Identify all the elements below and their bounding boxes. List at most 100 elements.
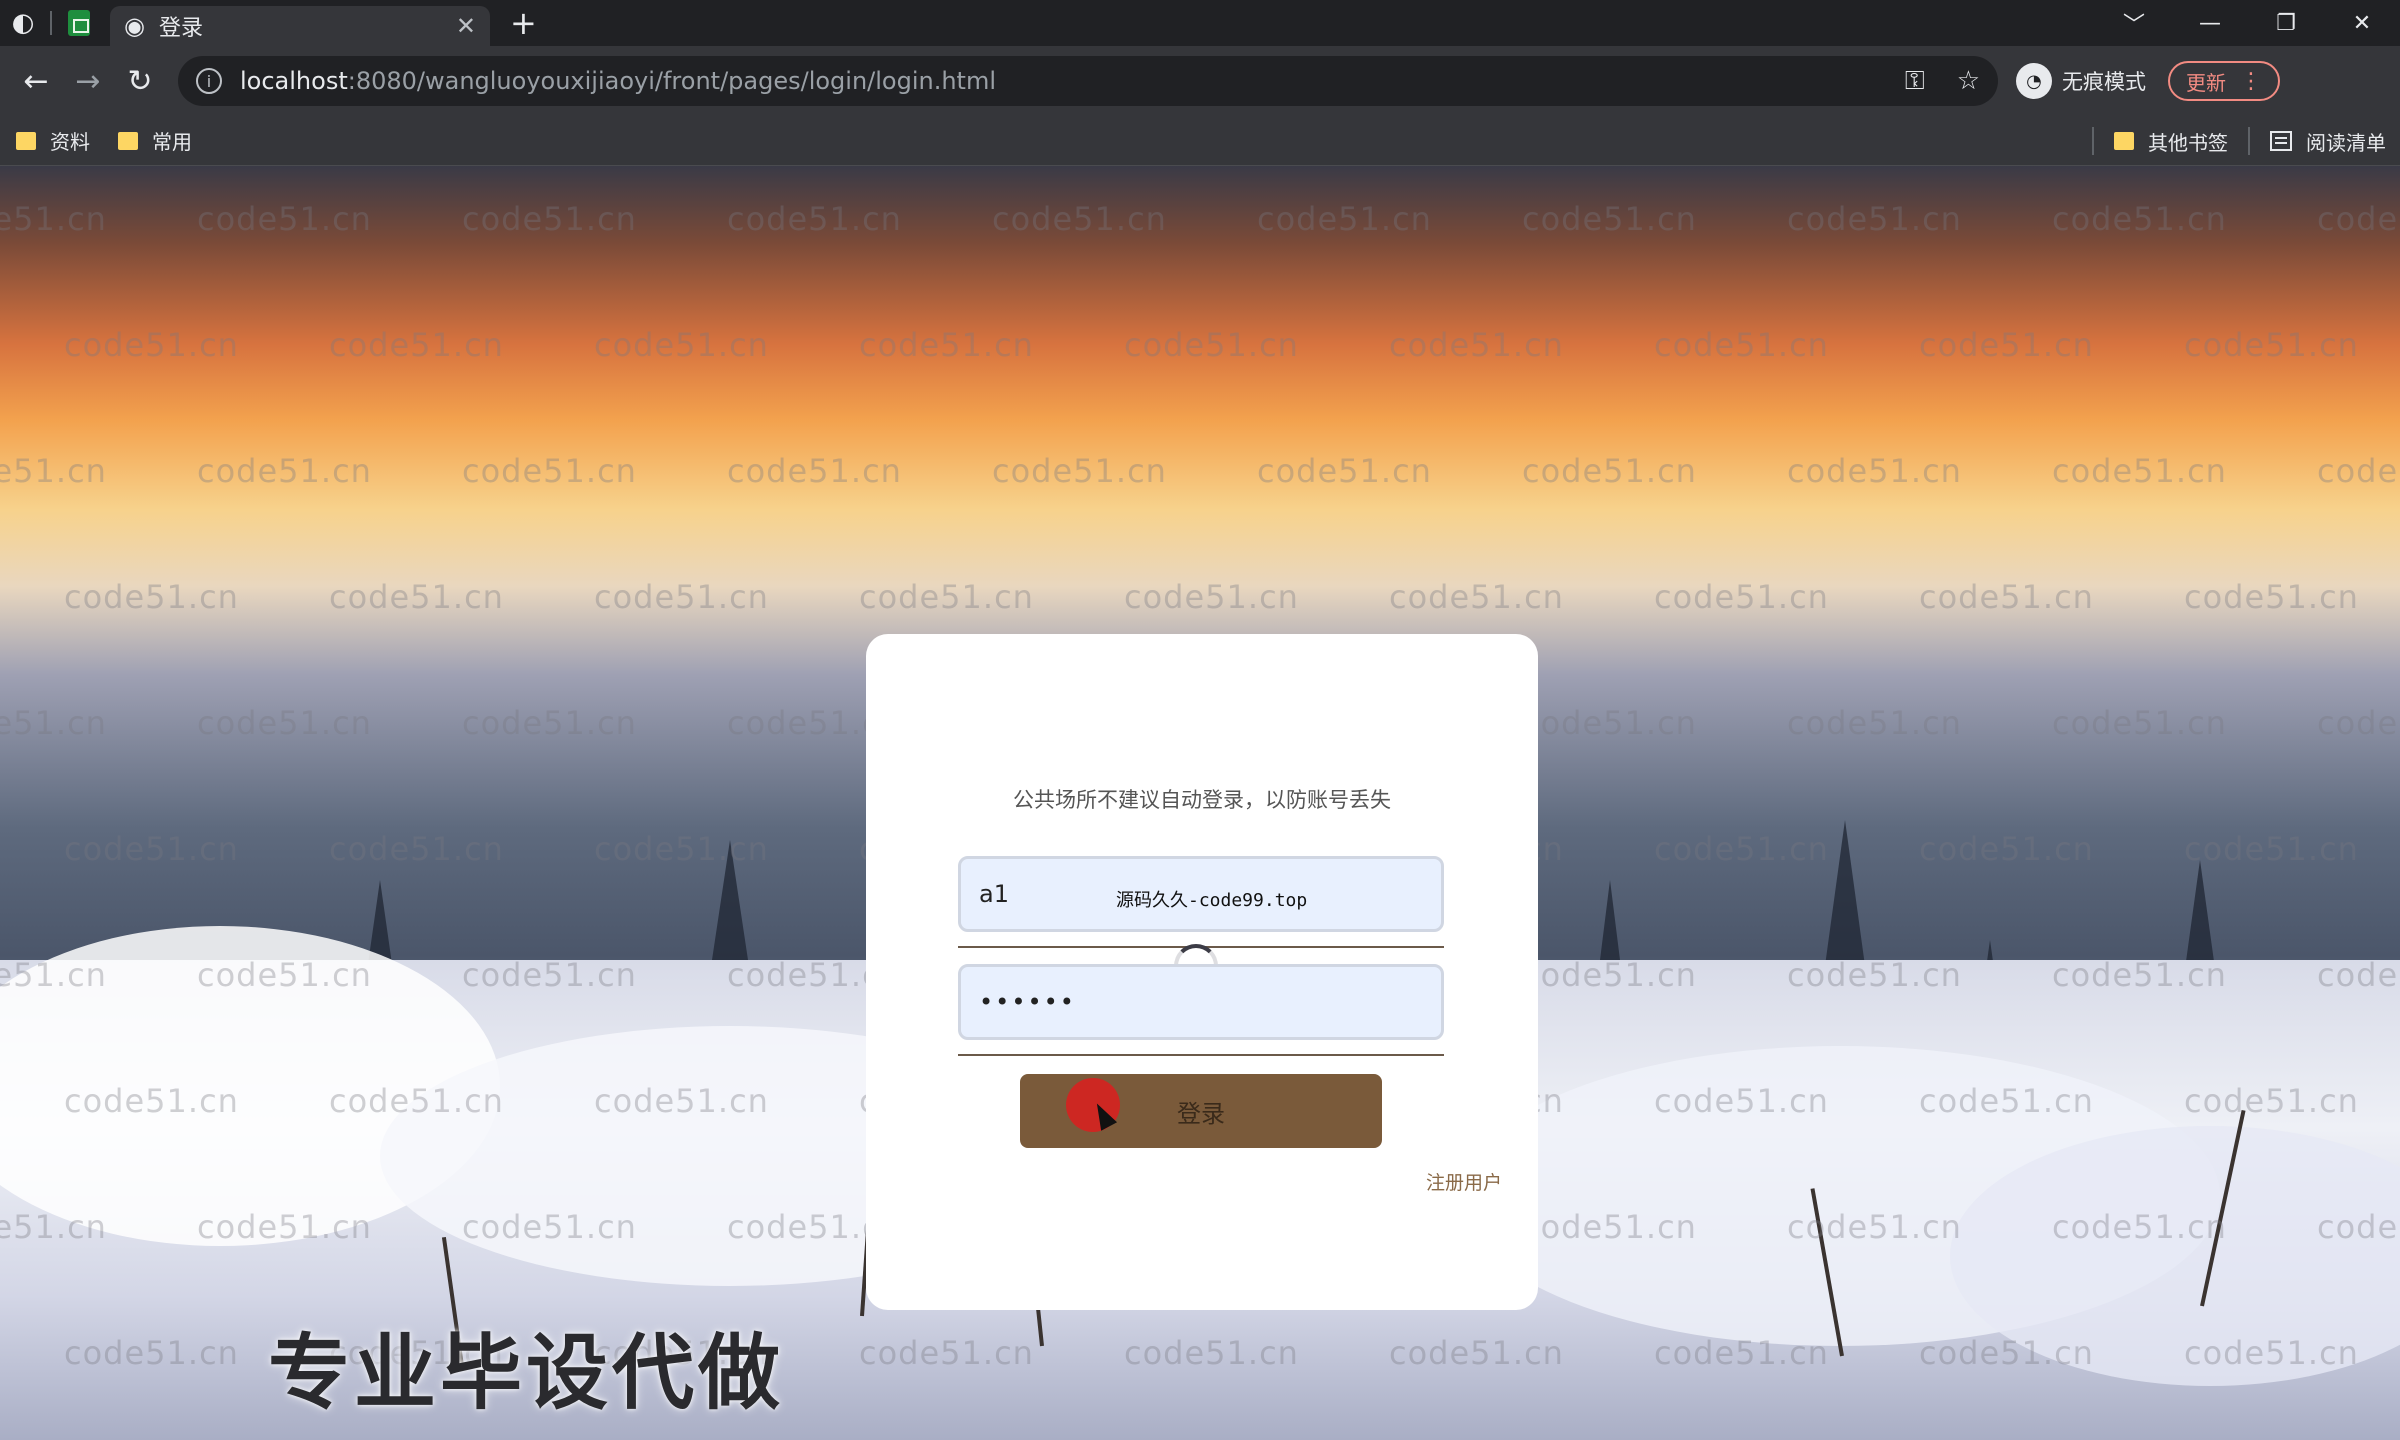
- minimize-button[interactable]: —: [2172, 11, 2248, 36]
- address-bar[interactable]: i localhost:8080/wangluoyouxijiaoyi/fron…: [178, 56, 1998, 106]
- tab-title: 登录: [158, 16, 203, 41]
- watermark-text: code51.cn: [64, 830, 239, 868]
- watermark-text: code51.cn: [197, 452, 372, 490]
- watermark-text: code51.cn: [1787, 704, 1962, 742]
- watermark-text: code51.cn: [329, 326, 504, 364]
- watermark-text: code51.cn: [0, 704, 107, 742]
- watermark-text: code51.cn: [197, 704, 372, 742]
- folder-icon: [2114, 132, 2134, 150]
- watermark-text: code51.cn: [1787, 200, 1962, 238]
- bookmark-divider: [2092, 127, 2094, 155]
- url-path: :8080/wangluoyouxijiaoyi/front/pages/log…: [347, 67, 997, 95]
- watermark-text: code51.cn: [0, 200, 107, 238]
- watermark-text: code51.cn: [1919, 326, 2094, 364]
- tab-search-icon[interactable]: ﹀: [2096, 7, 2172, 39]
- password-value: ••••••: [979, 988, 1076, 1016]
- watermark-text: code51.cn: [594, 326, 769, 364]
- watermark-text: code51.cn: [1257, 200, 1432, 238]
- watermark-text: code51.cn: [992, 200, 1167, 238]
- url-host: localhost: [240, 67, 348, 95]
- watermark-text: code51.cn: [594, 578, 769, 616]
- watermark-text: code51.cn: [2052, 704, 2227, 742]
- forward-icon[interactable]: →: [64, 57, 112, 105]
- bookmark-folder-changyong[interactable]: 常用: [118, 126, 192, 155]
- watermark-text: code51.cn: [1257, 452, 1432, 490]
- watermark-text: code51.cn: [1787, 452, 1962, 490]
- watermark-text: code51.cn: [1522, 452, 1697, 490]
- update-button[interactable]: 更新 ⋮: [2168, 61, 2280, 101]
- watermark-text: code51.cn: [329, 830, 504, 868]
- password-input[interactable]: ••••••: [958, 964, 1444, 1040]
- tab-login[interactable]: ◉ 登录 ✕: [110, 6, 490, 46]
- watermark-text: code51.cn: [1389, 578, 1564, 616]
- browser-toolbar: ← → ↻ i localhost:8080/wangluoyouxijiaoy…: [0, 46, 2400, 116]
- watermark-text: code51.cn: [1522, 200, 1697, 238]
- watermark-text: code51.cn: [1919, 830, 2094, 868]
- star-icon[interactable]: ☆: [1957, 66, 1980, 96]
- watermark-text: code51.cn: [1124, 578, 1299, 616]
- sheets-tab-pinned[interactable]: [56, 0, 102, 46]
- login-notice: 公共场所不建议自动登录，以防账号丢失: [1013, 788, 1391, 812]
- bookmark-divider: [2248, 127, 2250, 155]
- watermark-text: code51.cn: [64, 578, 239, 616]
- tab-close-icon[interactable]: ✕: [456, 12, 476, 40]
- back-icon[interactable]: ←: [12, 57, 60, 105]
- key-icon[interactable]: ⚿: [1905, 66, 1925, 97]
- tab-strip: ◐ ◉ 登录 ✕ + ﹀ — ❐ ✕: [0, 0, 2400, 46]
- watermark-text: code51.cn: [727, 452, 902, 490]
- watermark-text: code51.cn: [2317, 452, 2400, 490]
- watermark-text: code51.cn: [2317, 200, 2400, 238]
- close-window-button[interactable]: ✕: [2324, 11, 2400, 36]
- sheets-icon: [68, 10, 90, 36]
- bookmark-folder-ziliao[interactable]: 资料: [16, 126, 90, 155]
- watermark-text: code51.cn: [859, 578, 1034, 616]
- watermark-text: code51.cn: [0, 452, 107, 490]
- watermark-text: code51.cn: [197, 200, 372, 238]
- watermark-text: code51.cn: [2184, 326, 2359, 364]
- bookmark-label: 常用: [152, 130, 192, 154]
- incognito-indicator[interactable]: ◔ 无痕模式: [2016, 63, 2146, 99]
- watermark-text: code51.cn: [1522, 704, 1697, 742]
- other-bookmarks[interactable]: 其他书签: [2114, 127, 2228, 156]
- incognito-icon: ◔: [2016, 63, 2052, 99]
- folder-icon: [16, 131, 36, 150]
- restore-button[interactable]: ❐: [2248, 11, 2324, 36]
- chrome-icon: ◐: [11, 8, 35, 38]
- watermark-text: code51.cn: [2052, 200, 2227, 238]
- reading-list-label: 阅读清单: [2306, 130, 2386, 155]
- menu-dots-icon[interactable]: ⋮: [2240, 69, 2262, 94]
- watermark-text: code51.cn: [859, 326, 1034, 364]
- tab-divider: [50, 11, 52, 35]
- watermark-text: code51.cn: [727, 200, 902, 238]
- bookmark-label: 资料: [50, 130, 90, 154]
- new-tab-button[interactable]: +: [510, 4, 537, 42]
- watermark-text: code51.cn: [1654, 578, 1829, 616]
- reading-list[interactable]: 阅读清单: [2270, 127, 2386, 156]
- watermark-text: code51.cn: [1919, 578, 2094, 616]
- register-link[interactable]: 注册用户: [1426, 1168, 1502, 1195]
- bookmarks-right: 其他书签 阅读清单: [2072, 116, 2386, 166]
- overlay-watermark-text: 源码久久-code99.top: [1116, 890, 1308, 911]
- watermark-text: code51.cn: [329, 578, 504, 616]
- username-value: a1: [979, 880, 1009, 908]
- globe-icon: ◉: [124, 12, 145, 40]
- watermark-text: code51.cn: [1389, 326, 1564, 364]
- watermark-text: code51.cn: [2317, 704, 2400, 742]
- other-bookmarks-label: 其他书签: [2148, 130, 2228, 155]
- login-card: 公共场所不建议自动登录，以防账号丢失 a1 源码久久-code99.top ••…: [866, 634, 1538, 1310]
- watermark-text: code51.cn: [462, 704, 637, 742]
- watermark-text: code51.cn: [1124, 326, 1299, 364]
- watermark-text: code51.cn: [462, 452, 637, 490]
- window-controls: ﹀ — ❐ ✕: [2096, 0, 2400, 46]
- reload-icon[interactable]: ↻: [116, 57, 164, 105]
- watermark-text: code51.cn: [2052, 452, 2227, 490]
- ad-overlay-text: 专业毕设代做: [268, 1326, 785, 1421]
- incognito-label: 无痕模式: [2062, 70, 2146, 94]
- page-background: code51.cn code51.cn code51.cn code51.cn code…: [0, 166, 2400, 1440]
- info-icon[interactable]: i: [196, 68, 222, 94]
- chrome-tab-pinned[interactable]: ◐: [0, 0, 46, 46]
- update-label: 更新: [2186, 70, 2226, 95]
- reading-list-icon: [2270, 131, 2292, 151]
- bookmarks-bar: 资料 常用 其他书签 阅读清单: [0, 116, 2400, 166]
- password-underline: [958, 1054, 1444, 1056]
